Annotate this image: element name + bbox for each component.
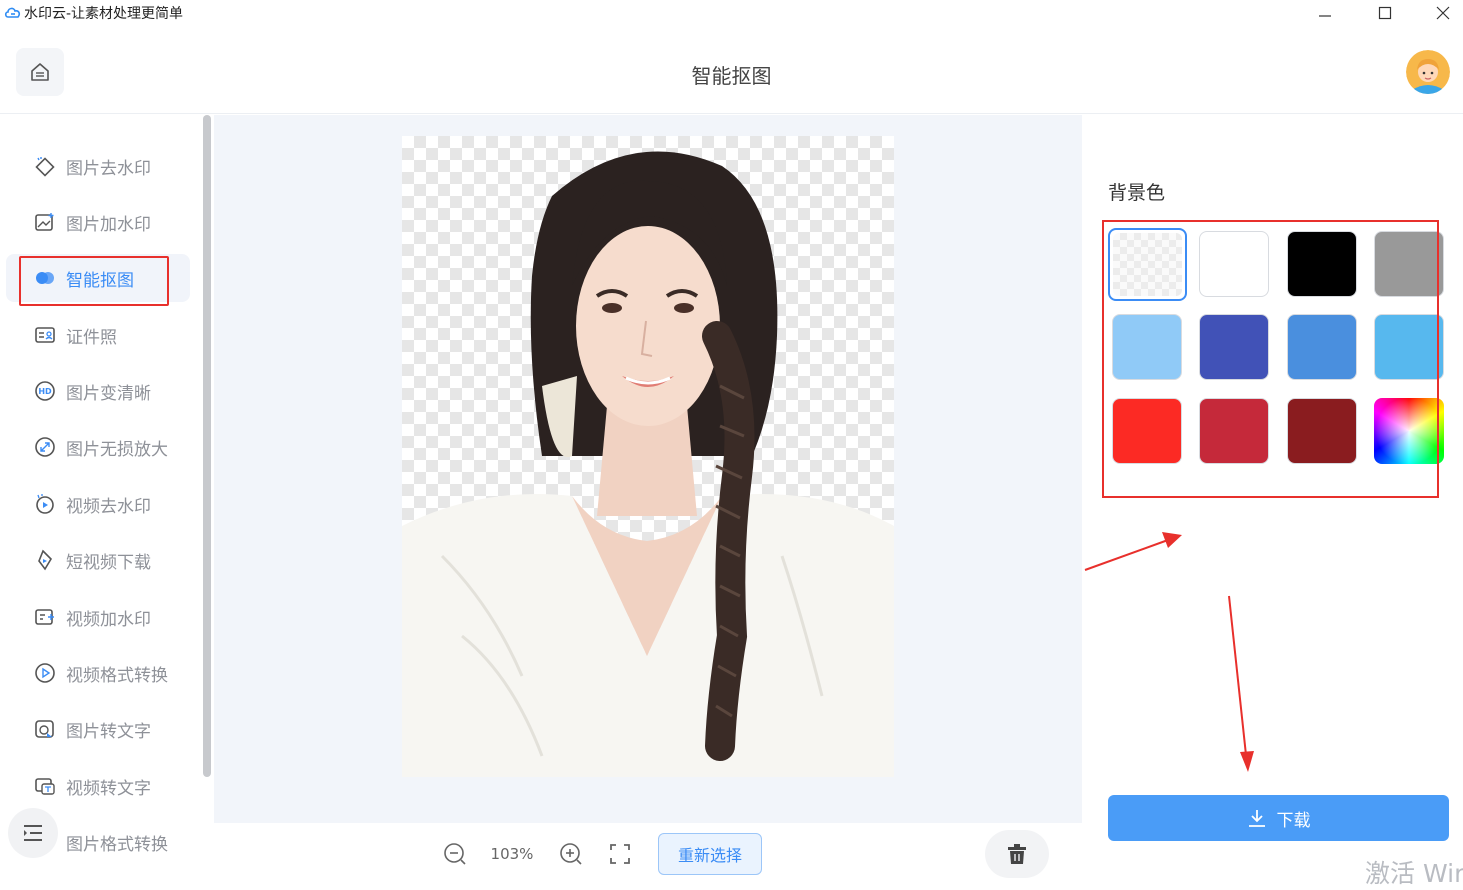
menu-collapse-icon <box>24 825 42 841</box>
video-eraser-icon <box>34 493 56 515</box>
minimize-icon[interactable] <box>1302 0 1348 26</box>
activation-watermark: 激活 Wir <box>1365 859 1463 888</box>
delete-button[interactable] <box>985 830 1049 878</box>
eraser-icon <box>34 155 56 177</box>
svg-text:HD: HD <box>38 387 52 396</box>
id-card-icon <box>34 324 56 346</box>
sidebar-item-upscale[interactable]: 图片无损放大 <box>6 423 190 471</box>
app-logo-icon <box>4 7 21 18</box>
window-title: 水印云-让素材处理更简单 <box>24 6 184 22</box>
user-avatar[interactable] <box>1406 50 1450 94</box>
sidebar-item-add-watermark[interactable]: 图片加水印 <box>6 198 190 246</box>
sidebar-item-video-add-watermark[interactable]: 视频加水印 <box>6 593 190 641</box>
sidebar-item-label: 图片加水印 <box>66 214 151 235</box>
enlarge-icon <box>34 436 56 458</box>
sidebar-item-label: 图片去水印 <box>66 158 151 179</box>
play-circle-icon <box>34 662 56 684</box>
close-icon[interactable] <box>1420 0 1463 26</box>
sidebar-item-label: 证件照 <box>66 327 117 348</box>
sidebar-item-enhance[interactable]: HD 图片变清晰 <box>6 367 190 415</box>
video-text-icon <box>34 775 56 797</box>
sidebar-item-video-remove-watermark[interactable]: 视频去水印 <box>6 480 190 528</box>
maximize-icon[interactable] <box>1362 0 1408 26</box>
sidebar-item-label: 短视频下载 <box>66 552 151 573</box>
sidebar-item-video-to-text[interactable]: 视频转文字 <box>6 762 190 810</box>
sidebar-item-label: 图片格式转换 <box>66 834 168 855</box>
sidebar-item-label: 视频格式转换 <box>66 665 168 686</box>
zoom-out-icon[interactable] <box>442 841 468 867</box>
page-title: 智能抠图 <box>691 64 772 88</box>
menu-collapse-button[interactable] <box>8 808 58 858</box>
trash-icon <box>1008 844 1026 864</box>
background-color-label: 背景色 <box>1108 182 1166 204</box>
sidebar-item-remove-watermark[interactable]: 图片去水印 <box>6 142 190 190</box>
reselect-button[interactable]: 重新选择 <box>658 833 762 875</box>
title-bar: 水印云-让素材处理更简单 <box>0 0 1463 26</box>
bottom-toolbar <box>214 823 1082 884</box>
sidebar-item-video-convert[interactable]: 视频格式转换 <box>6 649 190 697</box>
video-download-icon <box>34 549 56 571</box>
header: 智能抠图 <box>0 26 1463 114</box>
sidebar-item-label: 视频转文字 <box>66 778 151 799</box>
annotation-swatch-box <box>1102 220 1439 498</box>
download-label: 下载 <box>1276 810 1311 831</box>
sidebar-item-image-to-text[interactable]: 图片转文字 <box>6 705 190 753</box>
sidebar-item-label: 视频加水印 <box>66 609 151 630</box>
sidebar-item-label: 图片变清晰 <box>66 383 151 404</box>
sidebar-scrollbar[interactable] <box>203 115 211 777</box>
fullscreen-icon[interactable] <box>607 841 633 867</box>
sidebar-item-label: 图片无损放大 <box>66 439 168 460</box>
image-text-icon <box>34 718 56 740</box>
sidebar-item-id-photo[interactable]: 证件照 <box>6 311 190 359</box>
annotation-highlight-box <box>19 256 169 306</box>
sidebar-item-label: 视频去水印 <box>66 496 151 517</box>
sidebar-item-video-download[interactable]: 短视频下载 <box>6 536 190 584</box>
zoom-in-icon[interactable] <box>558 841 584 867</box>
sidebar-item-label: 图片转文字 <box>66 721 151 742</box>
download-button[interactable]: 下载 <box>1108 795 1449 841</box>
download-icon <box>1247 808 1267 828</box>
zoom-level: 103% <box>490 845 534 863</box>
video-add-icon <box>34 606 56 628</box>
image-add-icon <box>34 211 56 233</box>
hd-icon: HD <box>34 380 56 402</box>
cutout-preview-image <box>402 136 894 777</box>
